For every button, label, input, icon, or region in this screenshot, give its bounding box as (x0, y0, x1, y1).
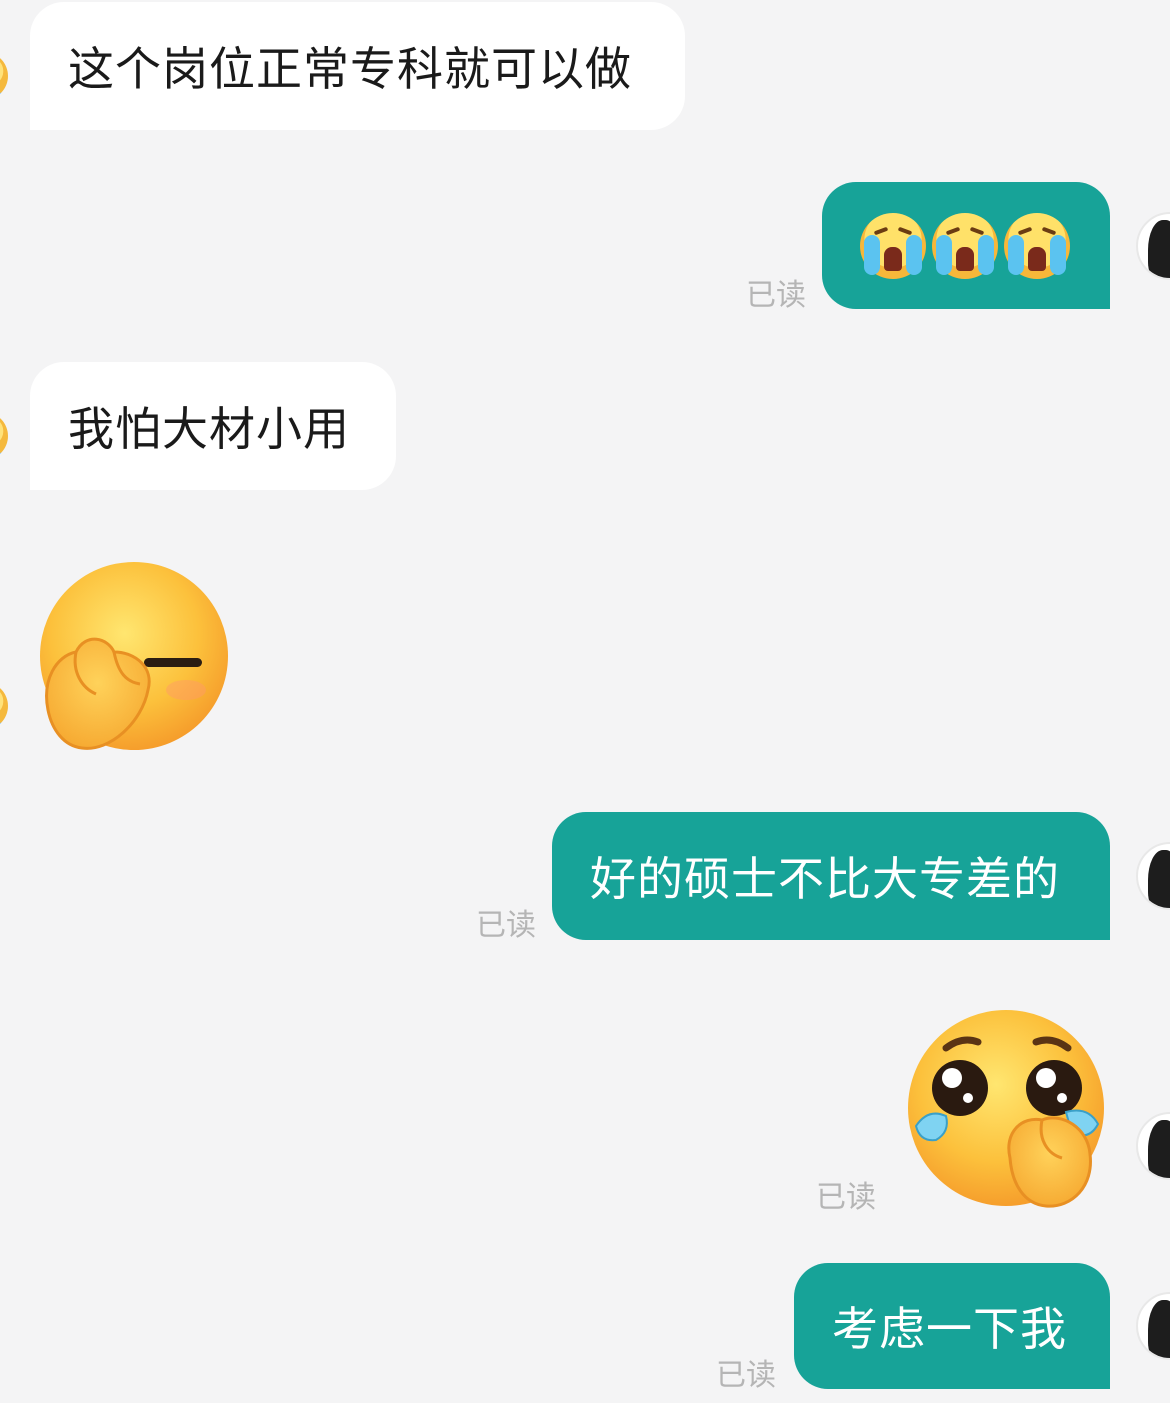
outgoing-message-bubble[interactable]: 好的硕士不比大专差的 (552, 812, 1110, 940)
incoming-message-bubble[interactable]: 我怕大材小用 (30, 362, 396, 490)
my-avatar[interactable] (1136, 1292, 1170, 1360)
facepalm-face-icon[interactable] (36, 560, 232, 756)
read-status: 已读 (746, 278, 806, 313)
outgoing-message-bubble[interactable]: 考虑一下我 (794, 1263, 1110, 1389)
avatar-silhouette (1148, 850, 1170, 908)
incoming-message-bubble[interactable]: 这个岗位正常专科就可以做 (30, 2, 685, 130)
my-avatar[interactable] (1136, 212, 1170, 280)
message-text: 考虑一下我 (832, 1302, 1067, 1356)
pleading-face-icon[interactable] (906, 1008, 1110, 1212)
read-status: 已读 (476, 908, 536, 943)
contact-avatar[interactable] (0, 682, 8, 730)
loudly-crying-face-icon (860, 212, 926, 279)
contact-avatar[interactable] (0, 412, 8, 460)
my-avatar[interactable] (1136, 842, 1170, 910)
avatar-silhouette (1148, 1120, 1170, 1178)
loudly-crying-face-icon (1004, 212, 1070, 279)
my-avatar[interactable] (1136, 1112, 1170, 1180)
read-status: 已读 (716, 1358, 776, 1393)
loudly-crying-face-icon (932, 212, 998, 279)
read-status: 已读 (816, 1180, 876, 1215)
message-text: 这个岗位正常专科就可以做 (68, 42, 632, 96)
message-text: 好的硕士不比大专差的 (590, 852, 1060, 906)
contact-avatar[interactable] (0, 52, 8, 100)
crying-emoji-row (860, 212, 1070, 279)
avatar-silhouette (1148, 220, 1170, 278)
avatar-silhouette (1148, 1300, 1170, 1358)
message-text: 我怕大材小用 (68, 402, 350, 456)
outgoing-message-bubble[interactable] (822, 182, 1110, 309)
